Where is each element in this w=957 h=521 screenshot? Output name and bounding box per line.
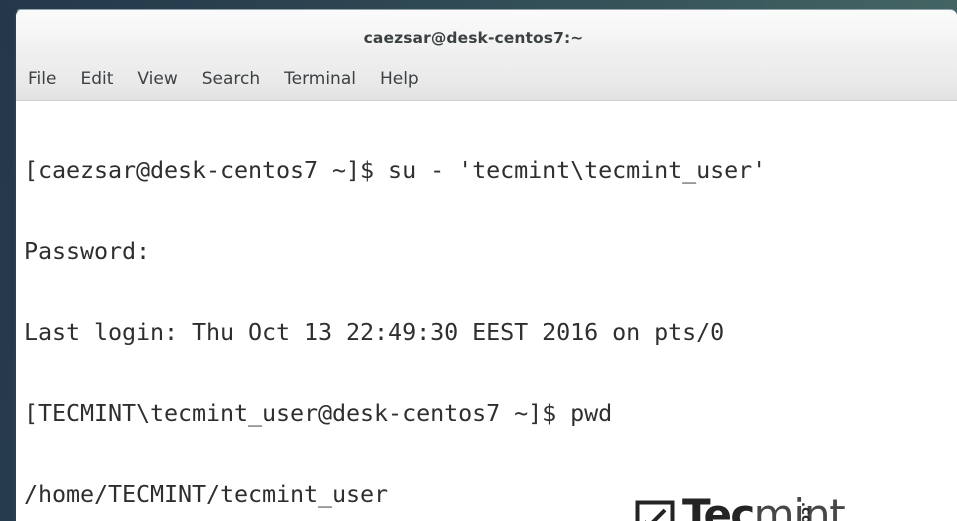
window-title: caezsar@desk-centos7:~: [363, 29, 584, 47]
tecmint-brand-bold: Tec: [682, 490, 755, 521]
terminal-line: [TECMINT\tecmint_user@desk-centos7 ~]$ p…: [24, 399, 613, 427]
tecmint-logo-icon: [635, 500, 675, 521]
tecmint-tld: .com: [798, 502, 813, 521]
tecmint-wordmark: Tec mint: [682, 490, 846, 521]
menu-item-help[interactable]: Help: [380, 70, 419, 88]
terminal-line: Last login: Thu Oct 13 22:49:30 EEST 201…: [24, 318, 725, 346]
menu-item-file[interactable]: File: [28, 70, 56, 88]
menu-item-terminal[interactable]: Terminal: [284, 70, 356, 88]
menu-item-edit[interactable]: Edit: [80, 70, 113, 88]
terminal-text: [caezsar@desk-centos7 ~]$ su - 'tecmint\…: [24, 103, 766, 521]
menu-bar: File Edit View Search Terminal Help: [16, 58, 957, 101]
menu-item-search[interactable]: Search: [202, 70, 260, 88]
terminal-window: caezsar@desk-centos7:~ File Edit View Se…: [14, 9, 957, 521]
tecmint-watermark: Tecmint .com Linux Howto's Guide: [635, 494, 846, 521]
terminal-line: Password:: [24, 237, 151, 265]
terminal-output-area[interactable]: [caezsar@desk-centos7 ~]$ su - 'tecmint\…: [16, 101, 957, 521]
menu-item-view[interactable]: View: [137, 70, 177, 88]
terminal-line: [caezsar@desk-centos7 ~]$ su - 'tecmint\…: [24, 156, 767, 184]
window-titlebar[interactable]: caezsar@desk-centos7:~: [16, 10, 957, 58]
